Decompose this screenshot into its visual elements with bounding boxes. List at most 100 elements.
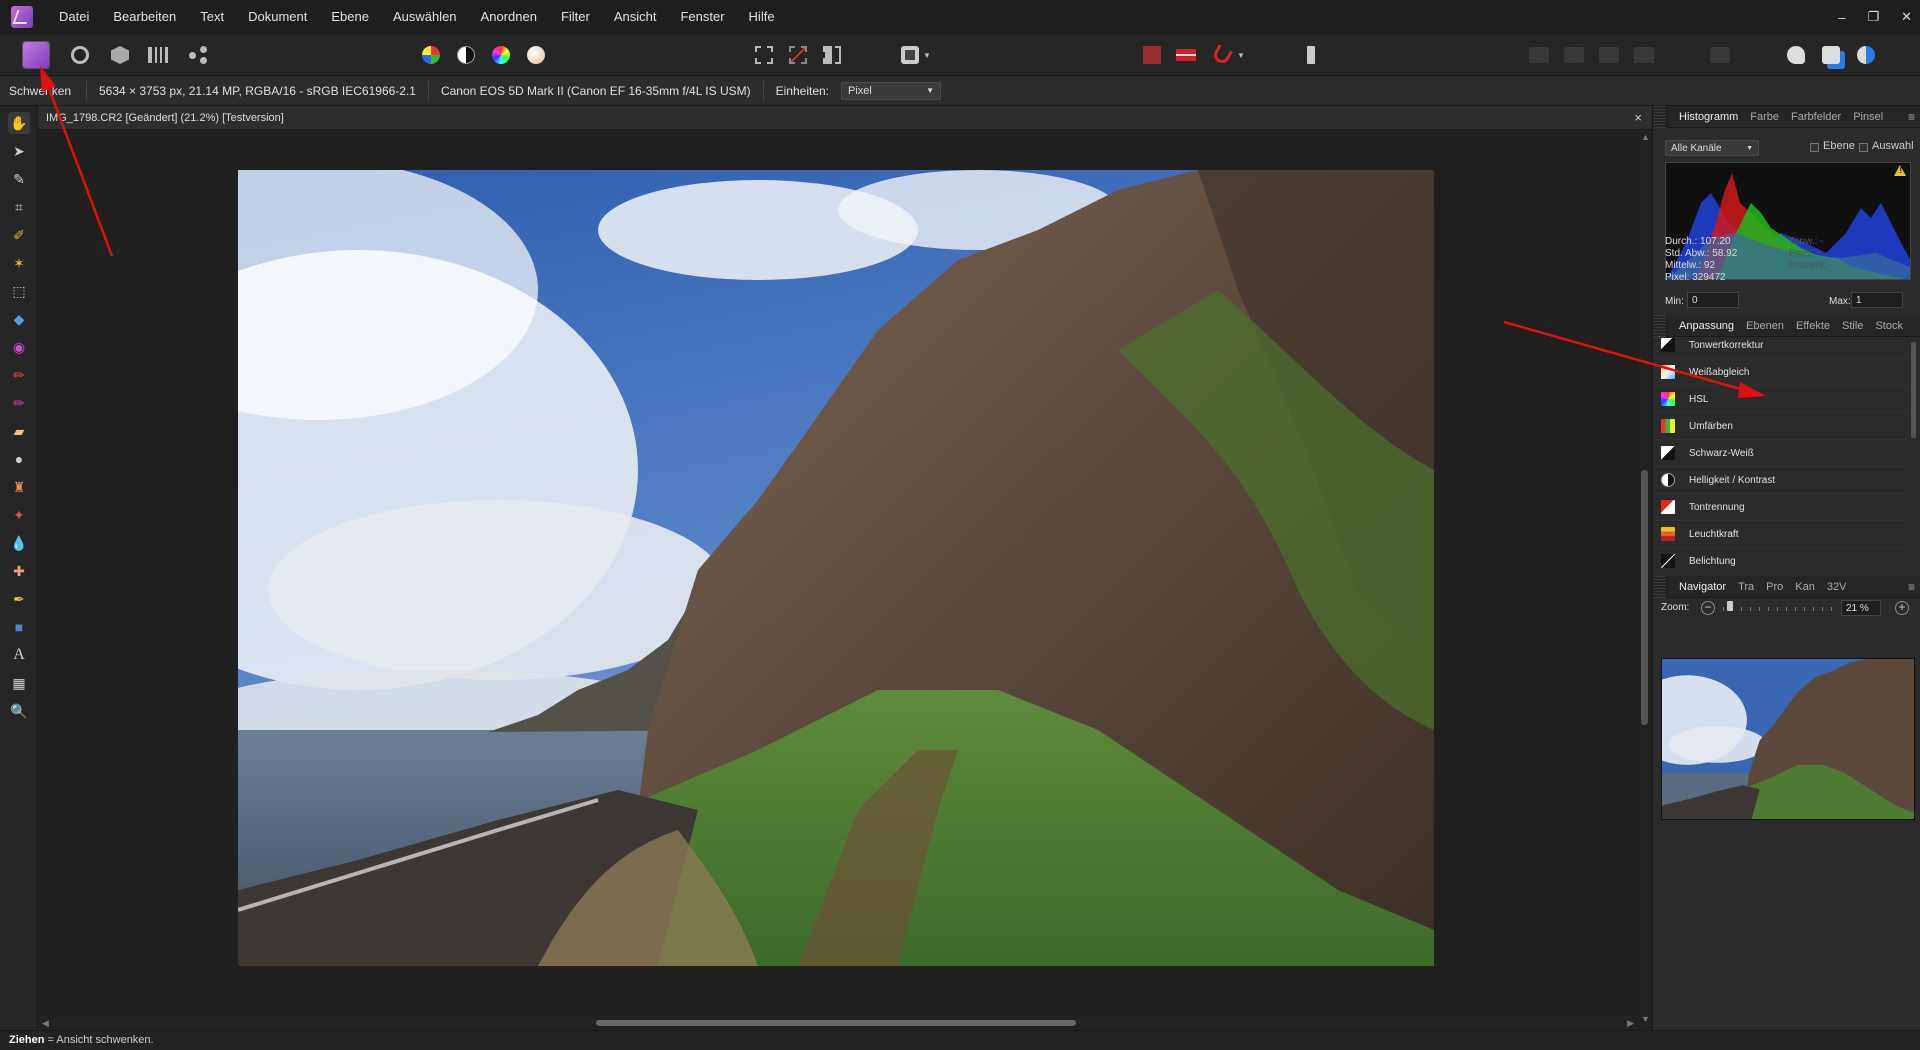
photo-canvas[interactable] <box>238 170 1434 966</box>
marquee-tool[interactable]: ⬚ <box>8 280 30 302</box>
horizontal-scroll-thumb[interactable] <box>596 1020 1076 1026</box>
tab-histogram[interactable]: Histogramm <box>1673 111 1744 123</box>
scroll-down-icon[interactable]: ▼ <box>1641 1014 1650 1024</box>
text-tool[interactable]: A <box>8 644 30 666</box>
deselect-button[interactable] <box>784 41 812 69</box>
vertical-scroll-thumb[interactable] <box>1641 470 1648 725</box>
menu-hilfe[interactable]: Hilfe <box>737 0 787 34</box>
adjustment-item-black-white[interactable]: Schwarz-Weiß <box>1653 440 1907 467</box>
adjustment-item-recolor[interactable]: Umfärben <box>1653 413 1907 440</box>
magnet-dropdown-button[interactable]: ▼ <box>1234 41 1248 69</box>
document-tab[interactable]: IMG_1798.CR2 [Geändert] (21.2%) [Testver… <box>38 106 1652 130</box>
align-button-1[interactable] <box>1525 41 1553 69</box>
auto-colors-button[interactable] <box>487 41 515 69</box>
context-toolbar-toggle[interactable] <box>1297 41 1325 69</box>
channel-select[interactable]: Alle Kanäle ▼ <box>1665 140 1759 156</box>
invert-selection-button[interactable] <box>818 41 846 69</box>
scroll-left-icon[interactable]: ◀ <box>42 1018 49 1029</box>
mask-dropdown-button[interactable]: ▼ <box>920 41 934 69</box>
menu-fenster[interactable]: Fenster <box>668 0 736 34</box>
arrange-button[interactable] <box>1706 41 1734 69</box>
adjustment-item-exposure[interactable]: Belichtung <box>1653 548 1907 572</box>
align-button-2[interactable] <box>1560 41 1588 69</box>
gradient-tool[interactable]: ◉ <box>8 336 30 358</box>
tab-farbe[interactable]: Farbe <box>1744 111 1785 123</box>
adjustment-item-posterize[interactable]: Tontrennung <box>1653 494 1907 521</box>
assistant-button[interactable] <box>1172 41 1200 69</box>
menu-datei[interactable]: Datei <box>47 0 101 34</box>
tab-effekte[interactable]: Effekte <box>1790 320 1836 332</box>
adjustment-item-hsl[interactable]: HSL <box>1653 386 1907 413</box>
adjustment-scroll-thumb[interactable] <box>1911 342 1916 438</box>
select-all-button[interactable] <box>750 41 778 69</box>
zoom-tool[interactable]: 🔍 <box>8 700 30 722</box>
align-button-4[interactable] <box>1630 41 1658 69</box>
zoom-value-input[interactable]: 21 % <box>1841 600 1881 616</box>
panel-grip[interactable] <box>1653 105 1667 128</box>
liquify-persona-button[interactable] <box>66 41 94 69</box>
tab-pinsel[interactable]: Pinsel <box>1847 111 1889 123</box>
crop-tool[interactable]: ⌗ <box>8 196 30 218</box>
boolean-subtract-button[interactable] <box>1817 41 1845 69</box>
close-document-button[interactable]: × <box>1634 106 1642 130</box>
blur-brush-tool[interactable]: 💧 <box>8 532 30 554</box>
panel-grip[interactable] <box>1653 575 1667 598</box>
adjustment-item-levels[interactable]: Tonwertkorrektur <box>1653 332 1907 359</box>
flood-select-tool[interactable]: ✶ <box>8 252 30 274</box>
scroll-up-icon[interactable]: ▲ <box>1641 132 1650 142</box>
move-tool[interactable]: ➤ <box>8 140 30 162</box>
zoom-in-icon[interactable]: + <box>1895 601 1909 615</box>
white-balance-button[interactable] <box>522 41 550 69</box>
red-eye-tool[interactable]: ✦ <box>8 504 30 526</box>
tab-navigator[interactable]: Navigator <box>1673 581 1732 593</box>
snapping-button[interactable] <box>1138 41 1166 69</box>
tab-anpassung[interactable]: Anpassung <box>1673 320 1740 332</box>
tab-ebenen[interactable]: Ebenen <box>1740 320 1790 332</box>
flood-fill-tool[interactable]: ◆ <box>8 308 30 330</box>
zoom-out-icon[interactable]: − <box>1701 601 1715 615</box>
clone-tool[interactable]: ♜ <box>8 476 30 498</box>
zoom-slider-track[interactable] <box>1723 607 1837 611</box>
view-tool[interactable]: ✋ <box>8 112 30 134</box>
tab-channels[interactable]: Kan <box>1789 581 1821 593</box>
app-logo-icon[interactable] <box>11 6 33 28</box>
tab-stile[interactable]: Stile <box>1836 320 1869 332</box>
color-picker-tool[interactable]: ✎ <box>8 168 30 190</box>
min-input[interactable]: 0 <box>1687 292 1739 308</box>
adjustment-item-brightness-contrast[interactable]: Helligkeit / Kontrast <box>1653 467 1907 494</box>
mesh-warp-tool[interactable]: ▦ <box>8 672 30 694</box>
healing-brush-tool[interactable]: ✚ <box>8 560 30 582</box>
menu-dokument[interactable]: Dokument <box>236 0 319 34</box>
export-persona-button[interactable] <box>184 41 212 69</box>
restore-button[interactable]: ❐ <box>1867 9 1879 25</box>
tone-mapping-persona-button[interactable] <box>144 41 172 69</box>
align-button-3[interactable] <box>1595 41 1623 69</box>
develop-persona-button[interactable] <box>106 41 134 69</box>
navigator-thumbnail[interactable] <box>1661 658 1915 820</box>
auto-contrast-button[interactable] <box>452 41 480 69</box>
boolean-intersect-button[interactable] <box>1852 41 1880 69</box>
max-input[interactable]: 1 <box>1851 292 1903 308</box>
menu-text[interactable]: Text <box>188 0 236 34</box>
menu-anordnen[interactable]: Anordnen <box>469 0 549 34</box>
selection-checkbox[interactable] <box>1859 143 1868 152</box>
rectangle-tool[interactable]: ■ <box>8 616 30 638</box>
menu-bearbeiten[interactable]: Bearbeiten <box>101 0 188 34</box>
adjustment-item-white-balance[interactable]: Weißabgleich <box>1653 359 1907 386</box>
magnet-button[interactable] <box>1208 41 1236 69</box>
horizontal-scrollbar[interactable]: ◀ ▶ <box>38 1016 1638 1030</box>
minimize-button[interactable]: – <box>1838 10 1845 25</box>
adjustment-item-vibrance[interactable]: Leuchtkraft <box>1653 521 1907 548</box>
zoom-slider-knob[interactable] <box>1727 601 1733 611</box>
photo-persona-button[interactable] <box>22 41 50 69</box>
vertical-scrollbar[interactable]: ▲ ▼ <box>1638 130 1652 1026</box>
paint-brush-tool[interactable]: ✏ <box>8 364 30 386</box>
layer-checkbox[interactable] <box>1810 143 1819 152</box>
color-replacement-tool[interactable]: ✏ <box>8 392 30 414</box>
tab-protocol[interactable]: Pro <box>1760 581 1789 593</box>
scroll-right-icon[interactable]: ▶ <box>1627 1018 1634 1029</box>
pen-tool[interactable]: ✒ <box>8 588 30 610</box>
close-window-button[interactable]: ✕ <box>1901 9 1912 25</box>
panel-menu-icon[interactable]: ≡ <box>1908 580 1915 594</box>
tab-stock[interactable]: Stock <box>1869 320 1909 332</box>
